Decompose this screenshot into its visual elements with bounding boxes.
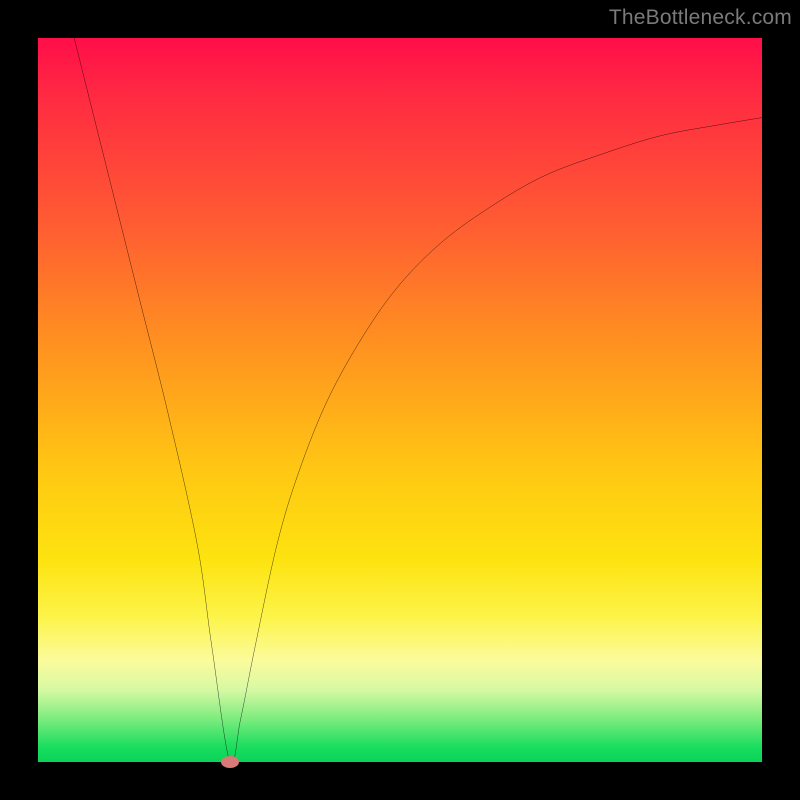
chart-frame: TheBottleneck.com bbox=[0, 0, 800, 800]
watermark-text: TheBottleneck.com bbox=[609, 6, 792, 30]
plot-area bbox=[38, 38, 762, 762]
bottleneck-curve bbox=[38, 38, 762, 762]
optimum-marker bbox=[221, 756, 239, 768]
